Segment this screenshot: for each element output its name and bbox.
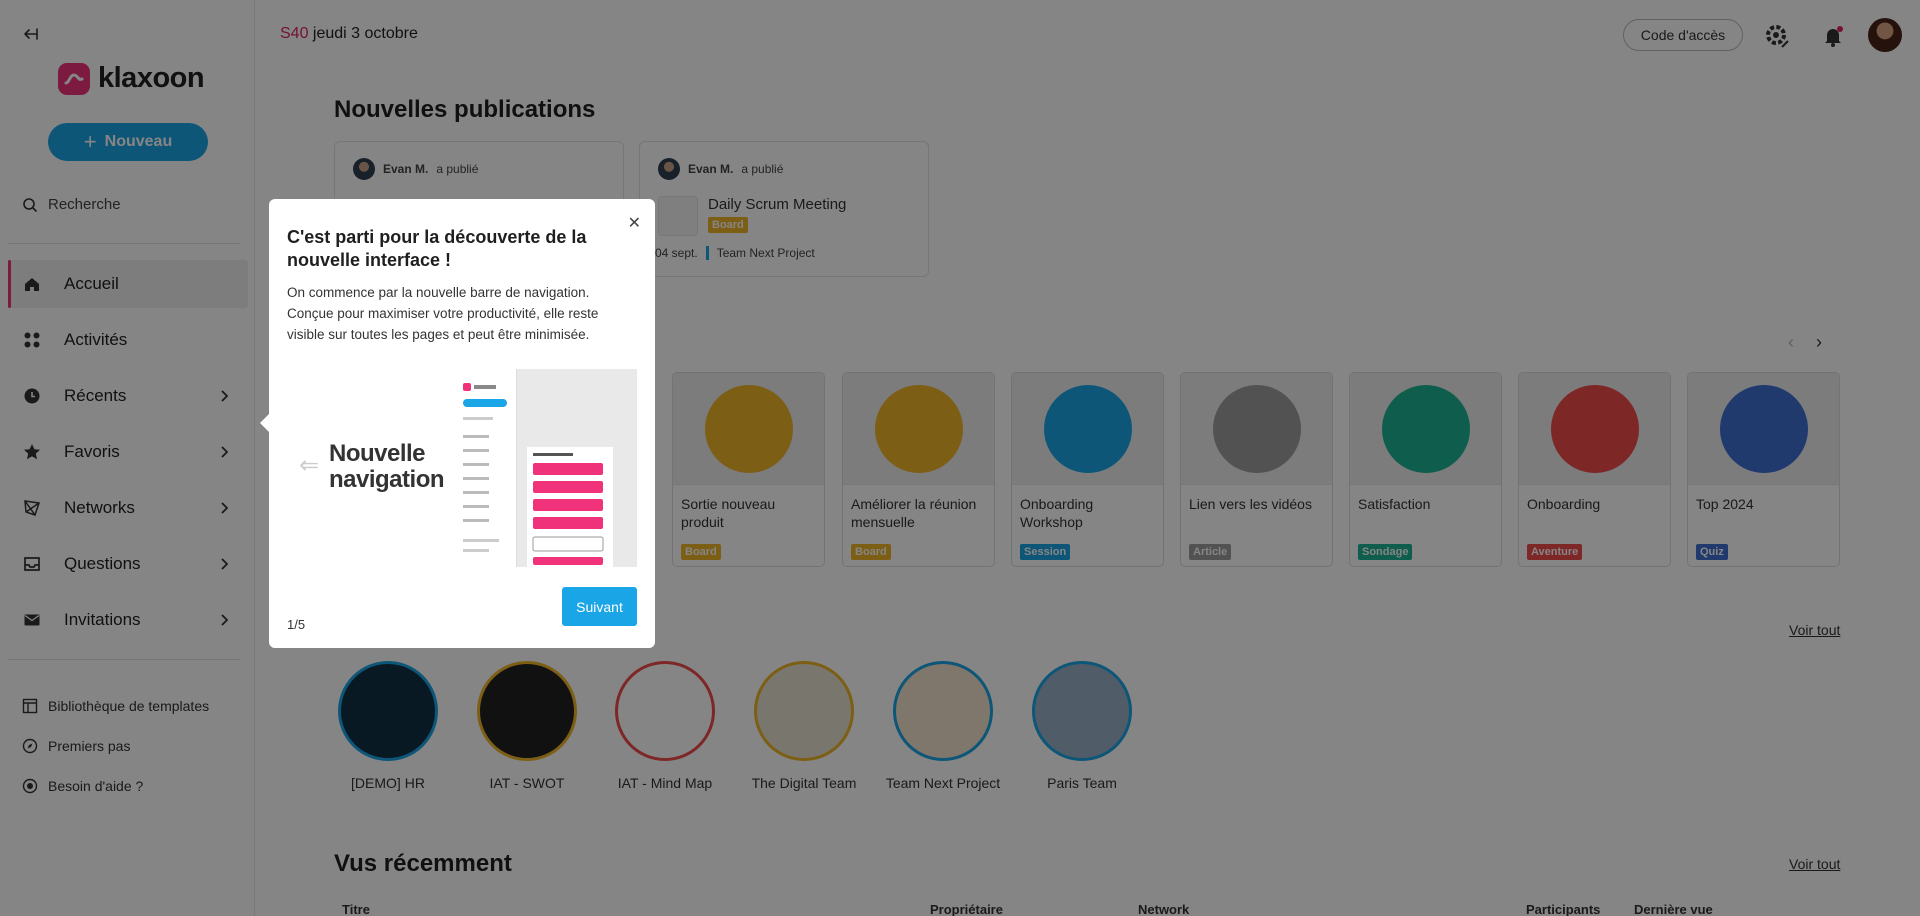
close-icon[interactable]: ✕	[628, 213, 641, 233]
tour-illustration: ⇐ Nouvelle navigation	[287, 369, 637, 567]
illustration-sidebar	[455, 369, 517, 567]
next-button[interactable]: Suivant	[562, 587, 637, 626]
onboarding-tooltip: ✕ C'est parti pour la découverte de la n…	[260, 199, 655, 648]
tour-step-counter: 1/5	[287, 617, 306, 632]
tour-text: On commence par la nouvelle barre de nav…	[287, 285, 599, 342]
illustration-caption: Nouvelle navigation	[329, 440, 445, 493]
arrow-left-icon: ⇐	[299, 452, 320, 479]
illustration-questions-panel	[527, 447, 613, 567]
tooltip-arrow	[260, 414, 269, 432]
tour-title: C'est parti pour la découverte de la nou…	[287, 227, 587, 270]
